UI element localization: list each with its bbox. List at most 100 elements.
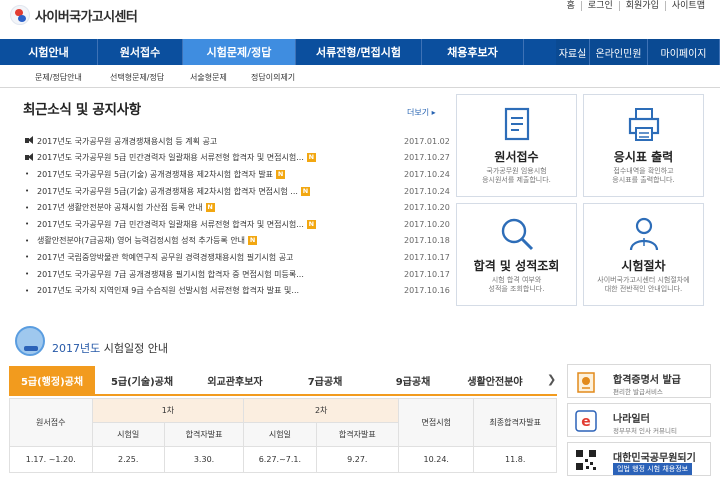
- bullet-icon: •: [25, 220, 30, 229]
- nav-exam-questions[interactable]: 시험문제/정답: [183, 39, 296, 65]
- tile-result-title: 합격 및 성적조회: [473, 259, 560, 273]
- new-badge-icon: N: [306, 153, 316, 163]
- cell-r1-pass: 3.30.: [163, 446, 245, 473]
- notice-item-text: 2017년도 국가공무원 공개경쟁채용시험 등 계획 공고: [37, 136, 218, 146]
- tab-grade5-admin[interactable]: 5급(행정)공채: [9, 366, 95, 394]
- notice-item-title: 2017년도 국가공무원 5급(기술) 공개경쟁채용 제2차시험 합격자 면접시…: [37, 186, 369, 197]
- notice-item-date: 2017.10.17: [404, 252, 450, 262]
- notice-item-date: 2017.10.27: [404, 153, 450, 163]
- banner-certificate-title: 합격증명서 발급: [613, 375, 681, 386]
- notice-item[interactable]: • 2017년도 국가공무원 5급(기술) 공개경쟁채용 제2차시험 합격자 발표…: [25, 166, 450, 183]
- notice-item[interactable]: • 2017년도 국가직 지역인재 9급 수습직원 선발시험 서류전형 합격자 발…: [25, 282, 450, 299]
- notice-item-title: 2017년도 국가공무원 공개경쟁채용시험 등 계획 공고: [37, 136, 369, 147]
- notice-item-text: 2017년도 국가공무원 5급 민간경력자 일괄채용 서류전형 합격자 및 면접…: [37, 153, 304, 163]
- notice-item[interactable]: • 생활안전분야(7급공채) 영어 능력검정시험 성적 추가등록 안내 N 2017.…: [25, 233, 450, 250]
- nav-exam-info[interactable]: 시험안내: [0, 39, 98, 65]
- tab-grade9[interactable]: 9급공채: [369, 366, 457, 394]
- tab-grade5-tech[interactable]: 5급(기술)공채: [95, 366, 189, 394]
- nav-online-civil[interactable]: 온라인민원: [590, 39, 648, 65]
- bullet-icon: •: [25, 203, 30, 212]
- cell-r2-exam: 6.27.~7.1.: [243, 446, 317, 473]
- svg-text:e: e: [581, 414, 591, 430]
- col-r2-exam: 시험일: [243, 422, 317, 447]
- site-logo[interactable]: 사이버국가고시센터: [10, 5, 138, 25]
- notice-item[interactable]: • 2017년도 국가공무원 5급(기술) 공개경쟁채용 제2차시험 합격자 면접…: [25, 183, 450, 200]
- more-label: 더보기: [407, 108, 430, 117]
- schedule-heading-text: 시험일정 안내: [103, 342, 168, 355]
- banner-become-official[interactable]: 대한민국공무원되기 입법 행정 시험 채용정보: [567, 442, 711, 476]
- notice-item-date: 2017.10.24: [404, 169, 450, 179]
- banner-nara[interactable]: e 나라일터 정부부처 인사 커뮤니티: [567, 403, 711, 437]
- snb-multiple-choice[interactable]: 선택형문제/정답: [110, 72, 164, 83]
- notice-item-title: 2017년도 국가공무원 7급 공개경쟁채용 필기시험 합격자 중 면접시험 미…: [37, 269, 369, 280]
- col-r2-pass: 합격자발표: [315, 422, 400, 447]
- sub-navigation: 문제/정답안내 선택형문제/정답 서술형문제 정답이의제기: [0, 65, 720, 88]
- tab-safety[interactable]: 생활안전분야: [457, 366, 533, 394]
- banner-nara-title: 나라일터: [613, 414, 650, 425]
- nav-mypage[interactable]: 마이페이지: [648, 39, 720, 65]
- notice-list: 2017년도 국가공무원 공개경쟁채용시험 등 계획 공고 2017.01.02 2…: [25, 133, 450, 299]
- notice-item-date: 2017.10.17: [404, 269, 450, 279]
- nav-document-interview[interactable]: 서류전형/면접시험: [296, 39, 422, 65]
- new-badge-icon: N: [248, 236, 258, 246]
- tab-next-arrow-icon[interactable]: ❯: [547, 373, 556, 386]
- col-apply: 원서접수: [9, 398, 93, 447]
- document-icon: [457, 107, 576, 141]
- main-navigation: 시험안내 원서접수 시험문제/정답 서류전형/면접시험 채용후보자 자료실 온라…: [0, 39, 720, 65]
- util-login-link[interactable]: 로그인: [580, 1, 619, 11]
- bullet-icon: •: [25, 253, 30, 262]
- site-logo-text: 사이버국가고시센터: [35, 9, 138, 25]
- notice-item-title: 2017년도 국가공무원 5급(기술) 공개경쟁채용 제2차시험 합격자 발표 N: [37, 169, 369, 180]
- snb-answer-guide[interactable]: 문제/정답안내: [35, 72, 82, 83]
- notice-item-date: 2017.01.02: [404, 136, 450, 146]
- notice-item-text: 생활안전분야(7급공채) 영어 능력검정시험 성적 추가등록 안내: [37, 236, 246, 246]
- tab-diplomat[interactable]: 외교관후보자: [189, 366, 281, 394]
- util-sitemap-link[interactable]: 사이트맵: [664, 1, 711, 11]
- magnifier-icon: [457, 216, 576, 251]
- nav-application[interactable]: 원서접수: [98, 39, 183, 65]
- nav-candidates[interactable]: 채용후보자: [422, 39, 524, 65]
- tile-print-ticket[interactable]: 응시표 출력 접수내역을 확인하고 응시표를 출력합니다.: [583, 94, 704, 197]
- banner-certificate-sub: 편리한 발급서비스: [613, 388, 663, 396]
- cell-r1-exam: 2.25.: [91, 446, 165, 473]
- tile-exam-procedure[interactable]: 시험절차 사이버국가고시센터 시험절차에 대한 전반적인 안내입니다.: [583, 203, 704, 306]
- col-interview: 면접시험: [398, 398, 475, 447]
- notice-item[interactable]: • 2017년 생활안전분야 공채시험 가산점 등록 안내 N 2017.10.20: [25, 199, 450, 216]
- snb-essay[interactable]: 서술형문제: [190, 72, 227, 83]
- col-round1: 1차: [91, 398, 245, 423]
- new-badge-icon: N: [205, 203, 215, 213]
- tile-print-title: 응시표 출력: [613, 150, 674, 164]
- util-home-link[interactable]: 홈: [561, 1, 581, 11]
- tile-print-desc: 접수내역을 확인하고 응시표를 출력합니다.: [612, 167, 675, 184]
- util-join-link[interactable]: 회원가입: [618, 1, 665, 11]
- tile-procedure-desc: 사이버국가고시센터 시험절차에 대한 전반적인 안내입니다.: [597, 276, 690, 293]
- banner-official-title: 대한민국공무원되기: [613, 453, 696, 464]
- schedule-year: 2017년도: [52, 342, 101, 355]
- notice-item-text: 2017년도 국가공무원 5급(기술) 공개경쟁채용 제2차시험 합격자 발표: [37, 169, 274, 179]
- tab-grade7[interactable]: 7급공채: [281, 366, 369, 394]
- tile-application[interactable]: 원서접수 국가공무원 임용시험 응시원서를 제출합니다.: [456, 94, 577, 197]
- snb-objection[interactable]: 정답이의제기: [251, 72, 295, 83]
- notice-item[interactable]: • 2017년 국립중앙박물관 학예연구직 공무원 경력경쟁채용시험 필기시험 공…: [25, 249, 450, 266]
- notice-item-title: 2017년 국립중앙박물관 학예연구직 공무원 경력경쟁채용시험 필기시험 공고: [37, 252, 369, 263]
- notice-item[interactable]: 2017년도 국가공무원 5급 민간경력자 일괄채용 서류전형 합격자 및 면접…: [25, 150, 450, 167]
- nav-library[interactable]: 자료실: [556, 39, 590, 65]
- tile-application-title: 원서접수: [494, 150, 539, 164]
- col-round2: 2차: [243, 398, 400, 423]
- col-final: 최종합격자발표: [473, 398, 557, 447]
- banner-certificate[interactable]: 합격증명서 발급 편리한 발급서비스: [567, 364, 711, 398]
- notice-more-link[interactable]: 더보기 ▸: [407, 107, 436, 118]
- notice-item[interactable]: • 2017년도 국가공무원 7급 민간경력자 일괄채용 서류전형 합격자 및 면…: [25, 216, 450, 233]
- tile-application-desc: 국가공무원 임용시험 응시원서를 제출합니다.: [482, 167, 551, 184]
- col-r1-pass: 합격자발표: [163, 422, 245, 447]
- tile-result-lookup[interactable]: 합격 및 성적조회 시험 합격 여부와 성적을 조회합니다.: [456, 203, 577, 306]
- notice-item[interactable]: 2017년도 국가공무원 공개경쟁채용시험 등 계획 공고 2017.01.02: [25, 133, 450, 150]
- table-row: 1.17. ~1.20. 2.25. 3.30. 6.27.~7.1. 9.27…: [9, 446, 557, 473]
- schedule-table: 원서접수 1차 2차 면접시험 최종합격자발표 시험일 합격자발표 시험일 합격…: [9, 398, 557, 473]
- notice-item[interactable]: • 2017년도 국가공무원 7급 공개경쟁채용 필기시험 합격자 중 면접시험 …: [25, 266, 450, 283]
- notice-item-text: 2017년도 국가공무원 5급(기술) 공개경쟁채용 제2차시험 합격자 면접시…: [37, 186, 298, 196]
- notice-item-date: 2017.10.20: [404, 203, 450, 213]
- tile-result-desc: 시험 합격 여부와 성적을 조회합니다.: [488, 276, 545, 293]
- schedule-heading: 2017년도 시험일정 안내: [52, 340, 168, 356]
